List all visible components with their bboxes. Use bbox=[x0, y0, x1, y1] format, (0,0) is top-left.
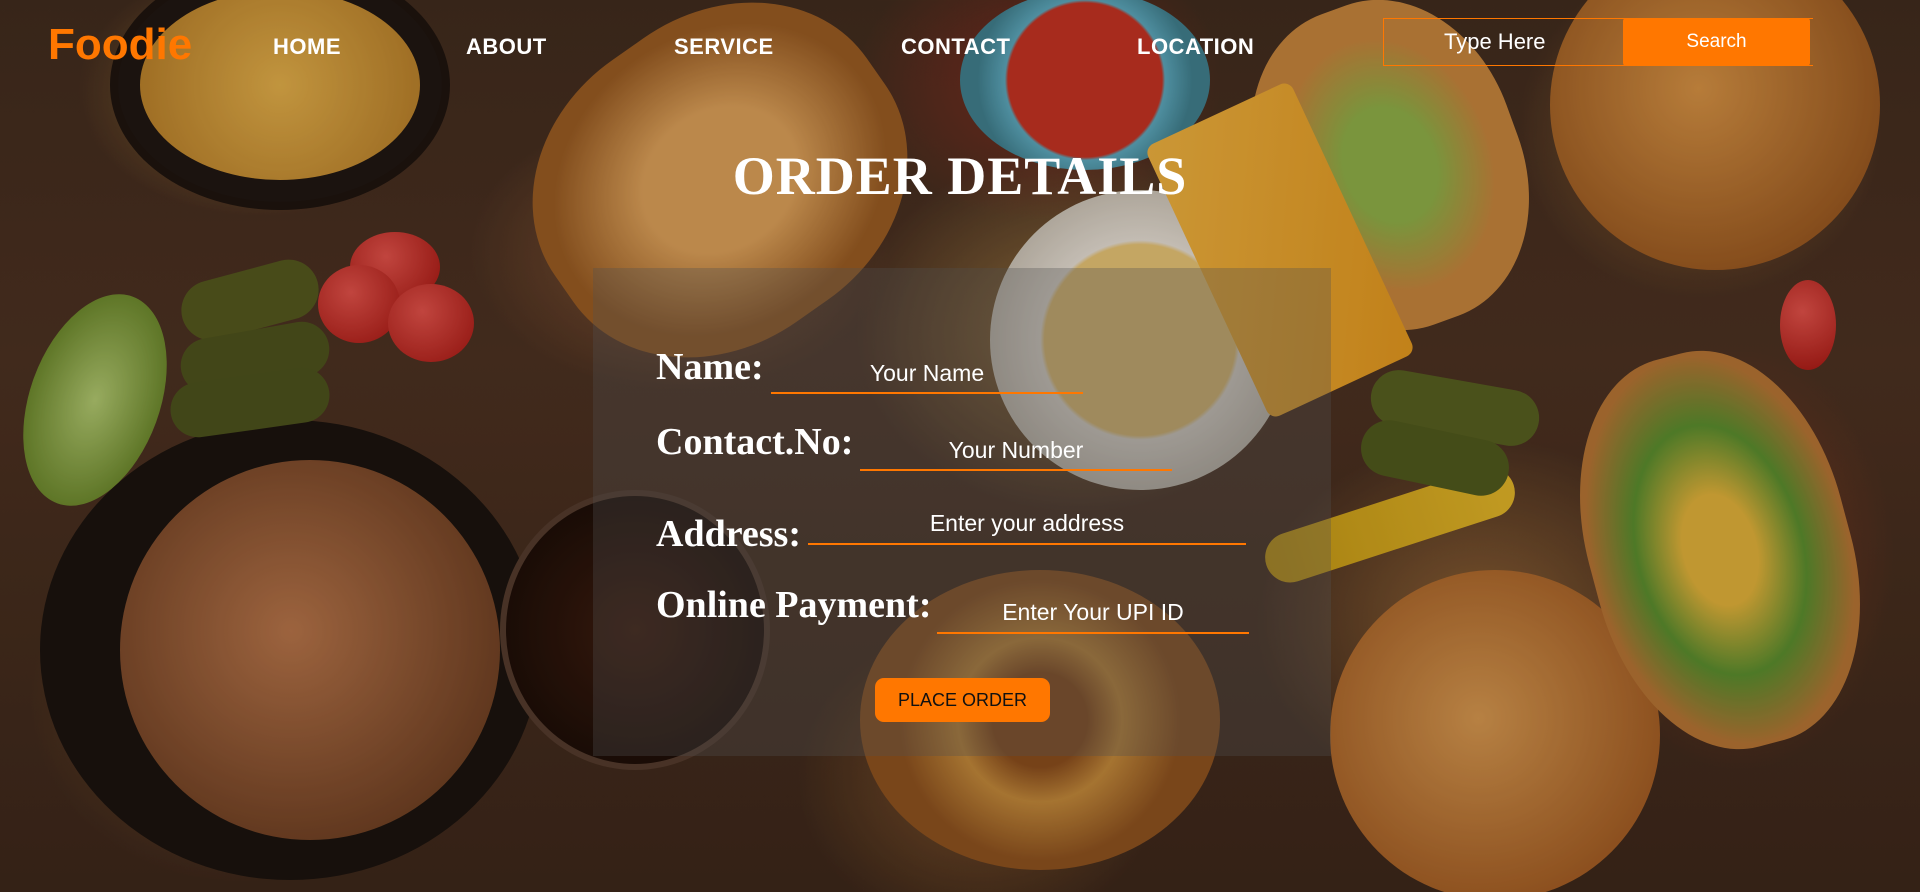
navbar: Foodie HOME ABOUT SERVICE CONTACT LOCATI… bbox=[0, 0, 1920, 96]
search-button[interactable]: Search bbox=[1623, 18, 1810, 66]
payment-label: Online Payment: bbox=[656, 584, 932, 626]
page-title: ORDER DETAILS bbox=[732, 146, 1188, 206]
contact-label: Contact.No: bbox=[656, 421, 854, 463]
nav-link-location[interactable]: LOCATION bbox=[1137, 34, 1254, 60]
name-label: Name: bbox=[656, 346, 764, 388]
nav-link-about[interactable]: ABOUT bbox=[466, 34, 547, 60]
nav-link-home[interactable]: HOME bbox=[273, 34, 341, 60]
address-label: Address: bbox=[656, 513, 801, 555]
logo[interactable]: Foodie bbox=[48, 20, 192, 70]
address-field[interactable] bbox=[808, 505, 1246, 545]
upi-id-field[interactable] bbox=[937, 594, 1249, 634]
name-field[interactable] bbox=[771, 356, 1083, 394]
place-order-button[interactable]: PLACE ORDER bbox=[875, 678, 1050, 722]
nav-link-service[interactable]: SERVICE bbox=[674, 34, 774, 60]
search-input[interactable] bbox=[1383, 18, 1623, 66]
nav-link-contact[interactable]: CONTACT bbox=[901, 34, 1010, 60]
contact-number-field[interactable] bbox=[860, 433, 1172, 471]
